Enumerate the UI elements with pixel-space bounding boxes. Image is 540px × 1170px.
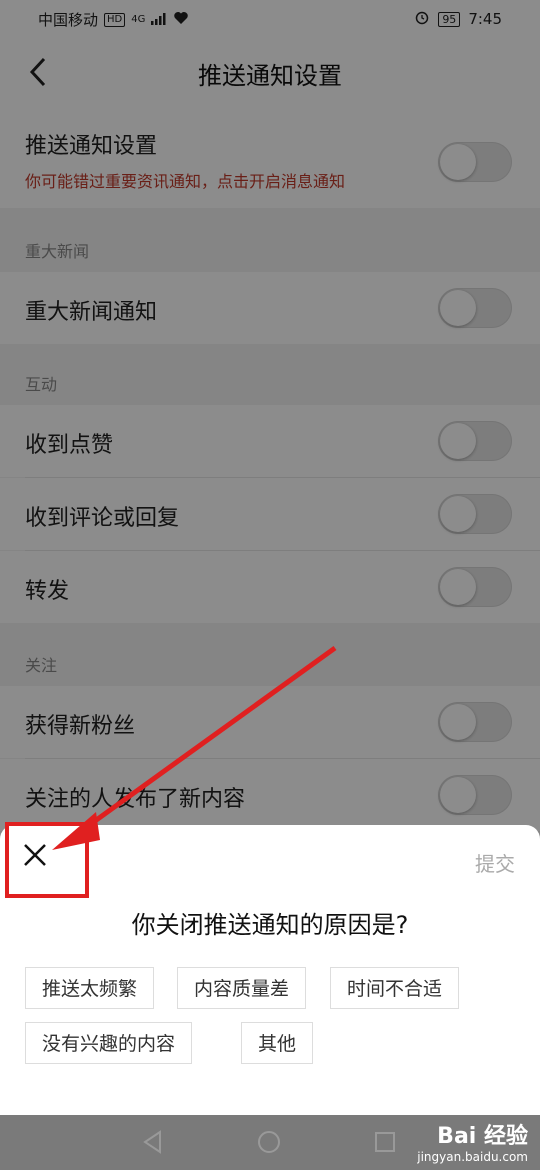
- reason-option-other[interactable]: 其他: [241, 1022, 314, 1064]
- watermark-logo: Bai 经验 jingyan.baidu.com: [417, 1118, 528, 1164]
- nav-recents-icon[interactable]: [372, 1129, 398, 1159]
- dialog-question: 你关闭推送通知的原因是?: [131, 911, 409, 939]
- reason-option-poor-quality[interactable]: 内容质量差: [177, 967, 307, 1009]
- nav-home-icon[interactable]: [256, 1129, 282, 1159]
- highlight-box: [5, 822, 89, 898]
- reason-option-too-frequent[interactable]: 推送太频繁: [25, 967, 155, 1009]
- reason-option-bad-timing[interactable]: 时间不合适: [330, 967, 460, 1009]
- reason-option-not-interested[interactable]: 没有兴趣的内容: [25, 1022, 193, 1064]
- watermark-line2: jingyan.baidu.com: [417, 1150, 528, 1164]
- submit-button[interactable]: 提交: [475, 848, 515, 877]
- watermark-line1: Bai 经验: [437, 1124, 528, 1149]
- nav-back-icon[interactable]: [140, 1129, 166, 1159]
